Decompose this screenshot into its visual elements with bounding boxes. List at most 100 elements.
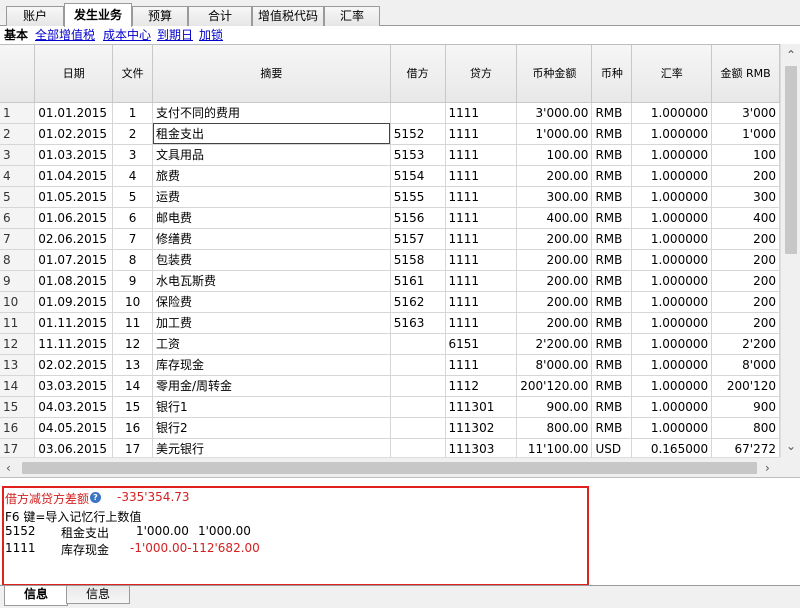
cell-debit[interactable]: 5155 xyxy=(390,186,446,208)
scroll-up-arrow-icon[interactable]: ⌃ xyxy=(786,49,796,61)
scroll-down-arrow-icon[interactable]: ⌄ xyxy=(786,440,796,452)
cell-currency-amount[interactable]: 100.00 xyxy=(516,144,593,166)
tab-transactions[interactable]: 发生业务 xyxy=(64,3,132,27)
cell-currency-amount[interactable]: 1'000.00 xyxy=(516,123,593,145)
cell-rate[interactable]: 1.000000 xyxy=(631,270,713,292)
cell-currency-amount[interactable]: 200'120.00 xyxy=(516,375,593,397)
cell-debit[interactable] xyxy=(390,354,446,376)
cell-currency-amount[interactable]: 200.00 xyxy=(516,249,593,271)
cell-currency[interactable]: RMB xyxy=(591,270,633,292)
cell-credit[interactable]: 111303 xyxy=(445,438,518,457)
table-row[interactable]: 15 04.03.2015 15 银行1 111301 900.00 RMB 1.000000… xyxy=(0,396,780,418)
cell-rate[interactable]: 1.000000 xyxy=(631,186,713,208)
cell-debit[interactable]: 5161 xyxy=(390,270,446,292)
table-row[interactable]: 4 01.04.2015 4 旅费 5154 1111 200.00 RMB 1.000000 2… xyxy=(0,165,780,187)
cell-amount-rmb[interactable]: 200 xyxy=(711,291,780,313)
cell-amount-rmb[interactable]: 200 xyxy=(711,165,780,187)
cell-currency[interactable]: RMB xyxy=(591,123,633,145)
cell-rate[interactable]: 1.000000 xyxy=(631,417,713,439)
tab-exchange-rates[interactable]: 汇率 xyxy=(324,6,380,26)
cell-credit[interactable]: 1111 xyxy=(445,354,518,376)
cell-rate[interactable]: 1.000000 xyxy=(631,102,713,124)
cell-currency[interactable]: RMB xyxy=(591,417,633,439)
cell-doc[interactable]: 11 xyxy=(112,312,153,334)
tab-totals[interactable]: 合计 xyxy=(188,6,252,26)
table-row[interactable]: 3 01.03.2015 3 文具用品 5153 1111 100.00 RMB 1.00000… xyxy=(0,144,780,166)
cell-doc[interactable]: 8 xyxy=(112,249,153,271)
cell-description[interactable]: 美元银行 xyxy=(152,438,391,457)
cell-credit[interactable]: 1112 xyxy=(445,375,518,397)
cell-description[interactable]: 水电瓦斯费 xyxy=(152,270,391,292)
subtab-due-date[interactable]: 到期日 xyxy=(157,26,193,44)
cell-amount-rmb[interactable]: 200 xyxy=(711,249,780,271)
vertical-scroll-thumb[interactable] xyxy=(785,66,797,254)
cell-debit[interactable]: 5158 xyxy=(390,249,446,271)
scroll-left-arrow-icon[interactable]: ‹ xyxy=(6,462,11,474)
cell-description[interactable]: 修缮费 xyxy=(152,228,391,250)
cell-credit[interactable]: 1111 xyxy=(445,291,518,313)
table-row[interactable]: 8 01.07.2015 8 包装费 5158 1111 200.00 RMB 1.000000… xyxy=(0,249,780,271)
cell-date[interactable]: 01.05.2015 xyxy=(34,186,114,208)
cell-rate[interactable]: 1.000000 xyxy=(631,354,713,376)
cell-currency-amount[interactable]: 400.00 xyxy=(516,207,593,229)
header-amount-rmb[interactable]: 金额 RMB xyxy=(711,45,780,103)
cell-rate[interactable]: 0.165000 xyxy=(631,438,713,457)
cell-rate[interactable]: 1.000000 xyxy=(631,375,713,397)
cell-doc[interactable]: 7 xyxy=(112,228,153,250)
cell-currency-amount[interactable]: 200.00 xyxy=(516,270,593,292)
header-description[interactable]: 摘要 xyxy=(152,45,391,103)
cell-currency-amount[interactable]: 11'100.00 xyxy=(516,438,593,457)
cell-amount-rmb[interactable]: 100 xyxy=(711,144,780,166)
cell-currency[interactable]: RMB xyxy=(591,228,633,250)
cell-doc[interactable]: 12 xyxy=(112,333,153,355)
cell-description[interactable]: 支付不同的费用 xyxy=(152,102,391,124)
vertical-scrollbar[interactable]: ⌃ ⌄ xyxy=(780,44,800,457)
cell-credit[interactable]: 1111 xyxy=(445,102,518,124)
cell-doc[interactable]: 15 xyxy=(112,396,153,418)
table-row[interactable]: 1 01.01.2015 1 支付不同的费用 1111 3'000.00 RMB 1.0000… xyxy=(0,102,780,124)
cell-doc[interactable]: 16 xyxy=(112,417,153,439)
table-row[interactable]: 5 01.05.2015 5 运费 5155 1111 300.00 RMB 1.000000 3… xyxy=(0,186,780,208)
cell-currency-amount[interactable]: 8'000.00 xyxy=(516,354,593,376)
horizontal-scroll-thumb[interactable] xyxy=(22,462,757,474)
cell-amount-rmb[interactable]: 1'000 xyxy=(711,123,780,145)
cell-rate[interactable]: 1.000000 xyxy=(631,249,713,271)
table-row[interactable]: 14 03.03.2015 14 零用金/周转金 1112 200'120.00 RMB 1.… xyxy=(0,375,780,397)
cell-debit[interactable]: 5162 xyxy=(390,291,446,313)
cell-description[interactable]: 银行1 xyxy=(152,396,391,418)
cell-description[interactable]: 文具用品 xyxy=(152,144,391,166)
cell-amount-rmb[interactable]: 200'120 xyxy=(711,375,780,397)
cell-doc[interactable]: 14 xyxy=(112,375,153,397)
cell-date[interactable]: 04.05.2015 xyxy=(34,417,114,439)
cell-currency[interactable]: RMB xyxy=(591,312,633,334)
cell-debit[interactable] xyxy=(390,396,446,418)
cell-currency-amount[interactable]: 300.00 xyxy=(516,186,593,208)
cell-rate[interactable]: 1.000000 xyxy=(631,396,713,418)
cell-currency-amount[interactable]: 200.00 xyxy=(516,291,593,313)
cell-amount-rmb[interactable]: 200 xyxy=(711,312,780,334)
cell-amount-rmb[interactable]: 8'000 xyxy=(711,354,780,376)
cell-currency[interactable]: RMB xyxy=(591,186,633,208)
table-row[interactable]: 7 02.06.2015 7 修缮费 5157 1111 200.00 RMB 1.000000… xyxy=(0,228,780,250)
cell-debit[interactable]: 5154 xyxy=(390,165,446,187)
cell-doc[interactable]: 17 xyxy=(112,438,153,457)
cell-credit[interactable]: 1111 xyxy=(445,228,518,250)
cell-currency[interactable]: RMB xyxy=(591,333,633,355)
cell-currency[interactable]: RMB xyxy=(591,375,633,397)
header-currency[interactable]: 币种 xyxy=(591,45,633,103)
cell-credit[interactable]: 1111 xyxy=(445,249,518,271)
cell-doc[interactable]: 4 xyxy=(112,165,153,187)
cell-credit[interactable]: 1111 xyxy=(445,144,518,166)
cell-currency[interactable]: RMB xyxy=(591,102,633,124)
table-row[interactable]: 2 01.02.2015 2 租金支出 5152 1111 1'000.00 RMB 1.000… xyxy=(0,123,780,145)
cell-currency[interactable]: RMB xyxy=(591,207,633,229)
horizontal-scrollbar[interactable]: ‹ › xyxy=(0,457,780,477)
cell-credit[interactable]: 1111 xyxy=(445,207,518,229)
cell-currency-amount[interactable]: 200.00 xyxy=(516,312,593,334)
cell-currency-amount[interactable]: 900.00 xyxy=(516,396,593,418)
cell-description[interactable]: 租金支出 xyxy=(152,123,391,145)
cell-rate[interactable]: 1.000000 xyxy=(631,291,713,313)
cell-doc[interactable]: 13 xyxy=(112,354,153,376)
cell-rate[interactable]: 1.000000 xyxy=(631,207,713,229)
cell-date[interactable]: 01.01.2015 xyxy=(34,102,114,124)
